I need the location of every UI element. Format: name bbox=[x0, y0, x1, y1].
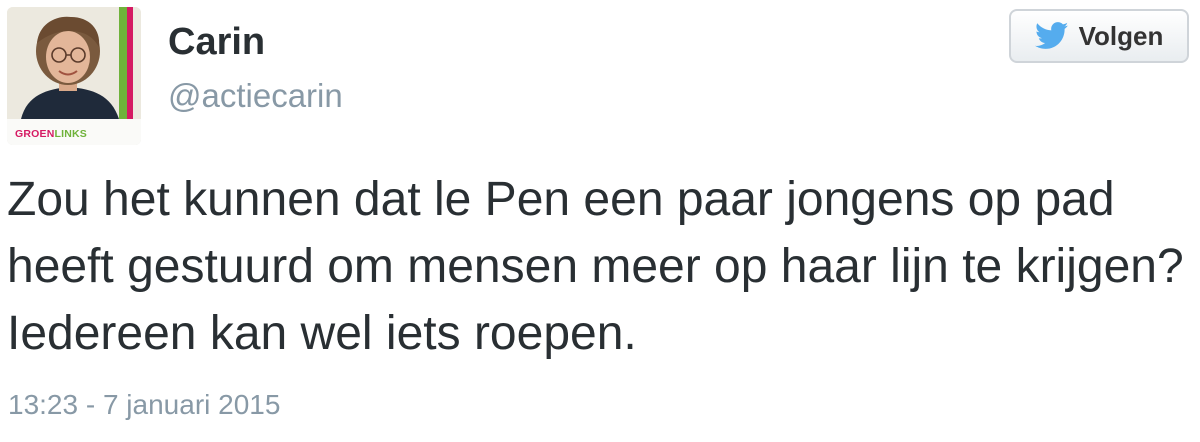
avatar-brand-logo: GROENLINKS bbox=[15, 128, 87, 140]
avatar-brand-left: GROEN bbox=[15, 128, 55, 140]
avatar-brand-right: LINKS bbox=[54, 128, 88, 140]
user-name[interactable]: Carin bbox=[168, 20, 265, 64]
follow-button-label: Volgen bbox=[1078, 21, 1164, 51]
tweet-text: Zou het kunnen dat le Pen een paar jonge… bbox=[7, 173, 1184, 360]
twitter-bird-icon bbox=[1034, 22, 1068, 49]
avatar[interactable]: GROENLINKS bbox=[7, 7, 141, 145]
user-handle[interactable]: @actiecarin bbox=[168, 76, 343, 116]
follow-button[interactable]: Volgen bbox=[1009, 9, 1189, 63]
tweet-timestamp[interactable]: 13:23 - 7 januari 2015 bbox=[8, 388, 280, 422]
avatar-photo bbox=[7, 7, 141, 145]
tweet-card: GROENLINKS Carin @actiecarin Volgen Zou … bbox=[0, 0, 1200, 442]
